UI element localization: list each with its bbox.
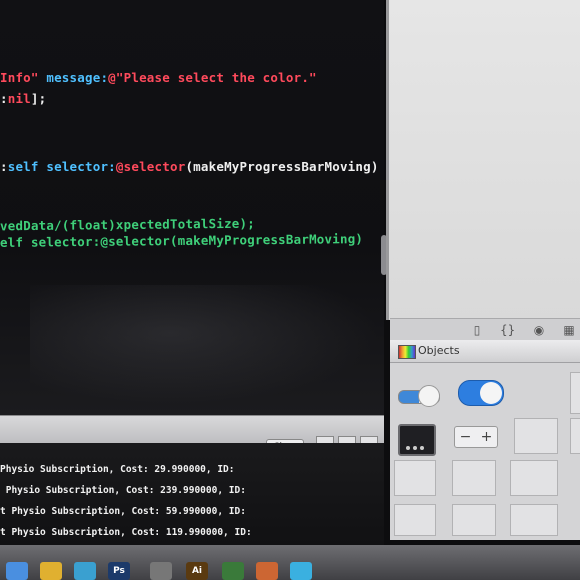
code-editor[interactable]: Info" message:@"Please select the color.… [0, 0, 384, 415]
code-token: vedData/(float)xpectedTotalSize); [0, 215, 256, 234]
app-icon[interactable] [150, 562, 172, 580]
switch-object[interactable] [458, 380, 504, 406]
object-tile[interactable] [452, 460, 496, 496]
dock-label: Ai [191, 566, 203, 576]
code-token: : [0, 159, 8, 174]
code-line[interactable]: :self selector:@selector(makeMyProgressB… [0, 159, 379, 174]
object-tile[interactable] [510, 504, 558, 536]
stepper-object[interactable]: − + [454, 426, 498, 448]
log-line: Physio Subscription, Cost: 29.990000, ID… [0, 464, 235, 475]
app-icon-3[interactable] [256, 562, 278, 580]
chrome-icon[interactable] [40, 562, 62, 580]
code-token: @selector [115, 159, 186, 174]
file-icon[interactable]: ▯ [470, 323, 484, 337]
screen-reflection [30, 285, 380, 405]
braces-icon[interactable]: {} [500, 323, 515, 337]
log-line: Physio Subscription, Cost: 239.990000, I… [0, 485, 246, 496]
object-tile[interactable] [570, 372, 580, 414]
table-view-object[interactable] [514, 418, 558, 454]
object-tile[interactable] [394, 460, 436, 496]
slider-knob[interactable] [418, 385, 440, 407]
object-tile[interactable] [452, 504, 496, 536]
object-tile[interactable] [510, 460, 558, 496]
cube-icon[interactable]: ◉ [532, 323, 546, 337]
code-token: Info" [0, 70, 47, 85]
code-line[interactable]: elf selector:@selector(makeMyProgressBar… [0, 231, 363, 250]
dock: Ps Ai [0, 545, 580, 580]
illustrator-icon[interactable]: Ai [186, 562, 208, 580]
code-line[interactable]: :nil]; [0, 91, 46, 106]
code-token: ]; [30, 91, 47, 106]
stepper-minus[interactable]: − [460, 429, 472, 445]
code-token: @"Please select the color." [108, 70, 317, 85]
page-control-object[interactable] [398, 424, 436, 456]
dock-label: Ps [113, 566, 125, 576]
safari-icon[interactable] [74, 562, 96, 580]
log-line: t Physio Subscription, Cost: 119.990000,… [0, 527, 252, 538]
object-library-title[interactable]: Objects [418, 344, 460, 357]
code-token: : [0, 91, 8, 106]
debug-console[interactable]: Physio Subscription, Cost: 29.990000, ID… [0, 443, 384, 545]
code-line[interactable]: Info" message:@"Please select the color.… [0, 70, 317, 85]
app-icon-2[interactable] [222, 562, 244, 580]
code-token: elf selector:@selector(makeMyProgressBar… [0, 231, 364, 250]
log-line: t Physio Subscription, Cost: 59.990000, … [0, 506, 246, 517]
code-token: self [7, 159, 47, 174]
stepper-plus[interactable]: + [481, 429, 493, 445]
object-tile[interactable] [570, 418, 580, 454]
object-tile[interactable] [394, 504, 436, 536]
inspector-panel [386, 0, 580, 320]
photoshop-icon[interactable]: Ps [108, 562, 130, 580]
code-token: message: [46, 70, 109, 85]
inspector-tab-bar: ▯ {} ◉ ▦ [390, 318, 580, 341]
objects-icon [398, 345, 416, 359]
grid-icon[interactable]: ▦ [562, 323, 576, 337]
code-line[interactable]: vedData/(float)xpectedTotalSize); [0, 216, 255, 234]
finder-icon[interactable] [6, 562, 28, 580]
code-token: nil [7, 91, 31, 106]
code-token: selector: [46, 159, 116, 174]
code-token: (makeMyProgressBarMoving) [185, 159, 379, 174]
twitter-icon[interactable] [290, 562, 312, 580]
